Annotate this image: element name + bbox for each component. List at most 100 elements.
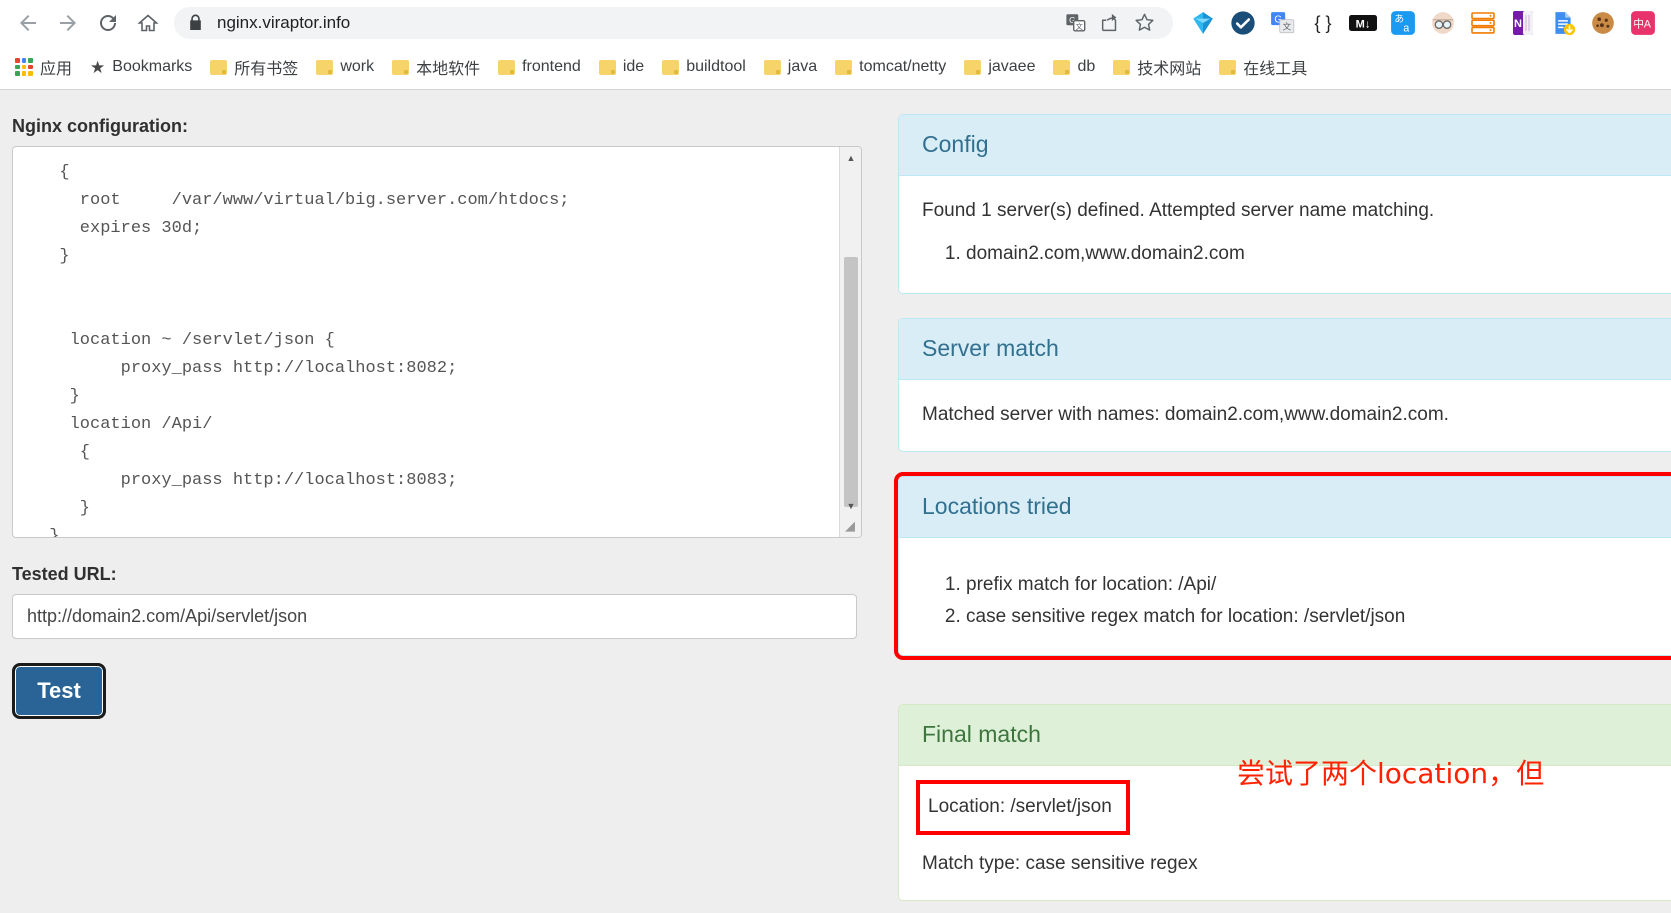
bookmark-label: javaee — [988, 58, 1036, 75]
bookmark-label: frontend — [522, 58, 581, 75]
scroll-down-icon[interactable]: ▼ — [840, 495, 861, 517]
bookmark-label: db — [1077, 58, 1096, 75]
bookmark-folder-buildtool[interactable]: buildtool — [653, 50, 755, 84]
bookmark-folder-local-software[interactable]: 本地软件 — [383, 50, 489, 84]
nginx-config-textarea-wrapper[interactable]: { root /var/www/virtual/big.server.com/h… — [12, 146, 862, 538]
config-server-list: domain2.com,www.domain2.com — [922, 239, 1667, 268]
folder-icon — [392, 59, 410, 75]
cookie-icon[interactable] — [1583, 3, 1623, 43]
browser-toolbar: nginx.viraptor.info G 文 G 文 {} M↓ あ a N… — [0, 0, 1671, 45]
forward-arrow-icon[interactable] — [48, 3, 88, 43]
server-match-panel-body: Matched server with names: domain2.com,w… — [899, 380, 1671, 451]
bookmark-folder-java[interactable]: java — [755, 50, 826, 84]
svg-text:文: 文 — [1282, 20, 1291, 31]
folder-icon — [1113, 59, 1131, 75]
folder-icon — [316, 59, 334, 75]
bookmark-folder-tech-sites[interactable]: 技术网站 — [1104, 50, 1210, 84]
tested-url-label: Tested URL: — [12, 564, 117, 584]
svg-text:a: a — [1403, 22, 1410, 34]
address-bar-url: nginx.viraptor.info — [217, 12, 351, 32]
bookmark-folder-frontend[interactable]: frontend — [489, 50, 590, 84]
test-button[interactable]: Test — [12, 663, 106, 719]
grammarly-icon[interactable] — [1183, 3, 1223, 43]
folder-icon — [1053, 59, 1071, 75]
svg-text:{ }: { } — [1314, 13, 1331, 33]
tested-url-input[interactable]: http://domain2.com/Api/servlet/json — [12, 594, 857, 639]
address-bar[interactable]: nginx.viraptor.info G 文 — [174, 6, 1173, 39]
left-column: Nginx configuration: { root /var/www/vir… — [12, 90, 874, 719]
omnibox-actions: G 文 — [1061, 8, 1159, 38]
svg-text:A: A — [1644, 18, 1652, 30]
bookmark-folder-online-tools[interactable]: 在线工具 — [1210, 50, 1316, 84]
scroll-up-icon[interactable]: ▲ — [840, 147, 861, 169]
list-item: domain2.com,www.domain2.com — [966, 239, 1667, 268]
list-item: case sensitive regex match for location:… — [966, 602, 1667, 631]
locations-tried-panel-body: prefix match for location: /Api/ case se… — [899, 538, 1671, 655]
annotation-note: 尝试了两个location，但 — [1237, 757, 1545, 790]
bookmark-label: tomcat/netty — [859, 58, 947, 75]
bookmark-bookmarks[interactable]: ★ Bookmarks — [81, 50, 201, 84]
nginx-config-textarea[interactable]: { root /var/www/virtual/big.server.com/h… — [13, 147, 835, 537]
server-rack-icon[interactable] — [1463, 3, 1503, 43]
bookmark-folder-work[interactable]: work — [307, 50, 383, 84]
bookmark-apps[interactable]: 应用 — [6, 50, 81, 84]
google-translate-icon[interactable]: G 文 — [1263, 3, 1303, 43]
bookmark-folder-javaee[interactable]: javaee — [955, 50, 1044, 84]
extension-icons: G 文 { } M↓ あa N 中 A — [1177, 3, 1663, 43]
bookmark-label: 在线工具 — [1243, 61, 1308, 78]
bookmark-label: 所有书签 — [234, 61, 299, 78]
browser-chrome: nginx.viraptor.info G 文 G 文 {} M↓ あ a N… — [0, 0, 1671, 90]
json-braces-icon[interactable]: { } — [1303, 3, 1343, 43]
folder-icon — [498, 59, 516, 75]
markdown-down-icon[interactable]: M↓ — [1343, 3, 1383, 43]
svg-text:N: N — [1514, 18, 1522, 30]
bookmark-label: work — [340, 58, 375, 75]
download-doc-icon[interactable] — [1543, 3, 1583, 43]
back-arrow-icon[interactable] — [8, 3, 48, 43]
folder-icon — [1219, 59, 1237, 75]
reload-icon[interactable] — [88, 3, 128, 43]
svg-text:M↓: M↓ — [1356, 18, 1371, 30]
scrollbar-thumb[interactable] — [844, 257, 858, 507]
japanese-translate-icon[interactable]: あa — [1383, 3, 1423, 43]
locations-tried-panel-title: Locations tried — [899, 477, 1671, 539]
folder-icon — [662, 59, 680, 75]
final-match-panel: Final match Location: /servlet/json Matc… — [898, 704, 1671, 902]
folder-icon — [763, 59, 781, 75]
apps-grid-icon — [15, 58, 33, 76]
bookmark-folder-tomcat-netty[interactable]: tomcat/netty — [826, 50, 955, 84]
home-icon[interactable] — [128, 3, 168, 43]
share-icon[interactable] — [1095, 8, 1125, 38]
locations-tried-list: prefix match for location: /Api/ case se… — [922, 570, 1667, 631]
page-content: Nginx configuration: { root /var/www/vir… — [0, 90, 1671, 913]
textarea-scrollbar[interactable]: ▲ ▼ — [839, 147, 861, 537]
chinese-translate-icon[interactable]: 中A — [1623, 3, 1663, 43]
bookmark-label: java — [787, 58, 818, 75]
config-panel-body: Found 1 server(s) defined. Attempted ser… — [899, 176, 1671, 293]
server-match-panel-title: Server match — [899, 318, 1671, 380]
bookmark-star-icon[interactable] — [1129, 8, 1159, 38]
avatar-glasses-icon[interactable] — [1423, 3, 1463, 43]
locations-tried-panel: Locations tried prefix match for locatio… — [894, 472, 1671, 661]
bookmark-folder-all[interactable]: 所有书签 — [201, 50, 307, 84]
translate-icon[interactable]: G 文 — [1061, 8, 1091, 38]
onenote-icon[interactable]: N — [1503, 3, 1543, 43]
server-match-summary: Matched server with names: domain2.com,w… — [922, 403, 1449, 425]
resize-grip-icon[interactable]: ◢ — [840, 516, 860, 536]
bookmark-label: 本地软件 — [416, 61, 481, 78]
bookmark-folder-db[interactable]: db — [1044, 50, 1104, 84]
list-item: prefix match for location: /Api/ — [966, 570, 1667, 599]
folder-icon — [598, 59, 616, 75]
nginx-config-label: Nginx configuration: — [12, 116, 188, 136]
bookmarks-bar: 应用 ★ Bookmarks 所有书签 work 本地软件 frontend i… — [0, 45, 1671, 89]
bookmark-label: 应用 — [40, 61, 73, 78]
bookmark-label: 技术网站 — [1137, 61, 1202, 78]
config-summary: Found 1 server(s) defined. Attempted ser… — [922, 200, 1435, 221]
bookmark-label: buildtool — [686, 58, 746, 75]
bookmark-folder-ide[interactable]: ide — [590, 50, 653, 84]
check-circle-icon[interactable] — [1223, 3, 1263, 43]
bookmark-label: ide — [622, 58, 645, 75]
server-match-panel: Server match Matched server with names: … — [898, 317, 1671, 453]
config-panel: Config Found 1 server(s) defined. Attemp… — [898, 114, 1671, 294]
final-match-type: Match type: case sensitive regex — [922, 852, 1198, 874]
